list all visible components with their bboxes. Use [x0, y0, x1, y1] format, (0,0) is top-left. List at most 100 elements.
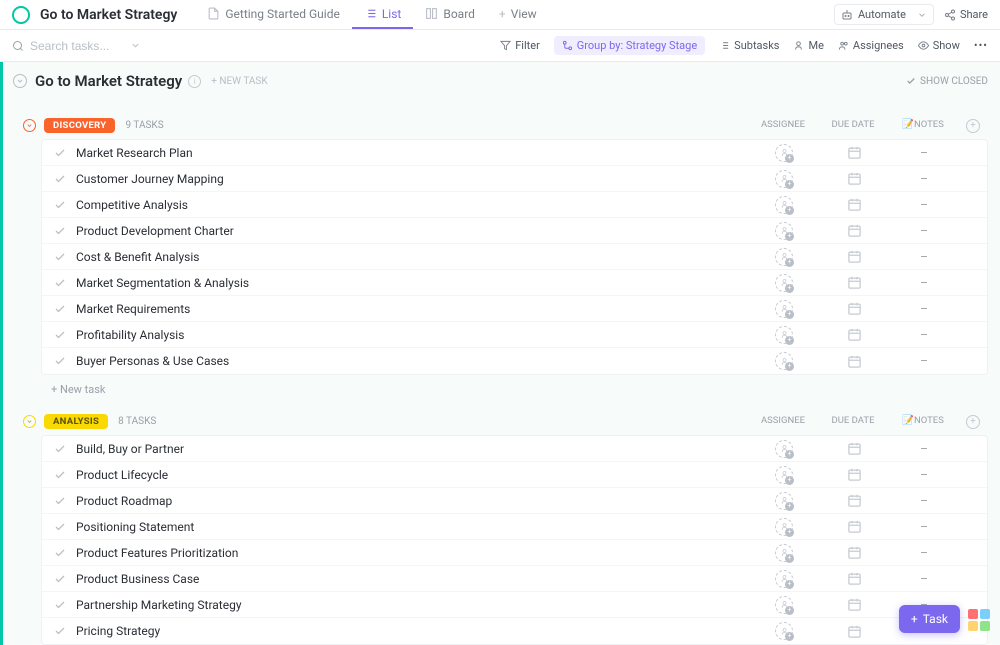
- collapse-list-button[interactable]: [13, 74, 27, 88]
- assignee-cell[interactable]: +: [749, 440, 819, 458]
- notes-cell[interactable]: –: [889, 468, 959, 482]
- due-date-cell[interactable]: [819, 197, 889, 212]
- due-date-cell[interactable]: [819, 249, 889, 264]
- task-row[interactable]: Profitability Analysis+–: [42, 322, 987, 348]
- notes-cell[interactable]: –: [889, 276, 959, 290]
- me-button[interactable]: Me: [793, 39, 823, 52]
- assignee-cell[interactable]: +: [749, 326, 819, 344]
- show-closed-button[interactable]: SHOW CLOSED: [906, 76, 988, 87]
- due-date-cell[interactable]: [819, 597, 889, 612]
- subtasks-button[interactable]: Subtasks: [719, 39, 779, 52]
- notes-cell[interactable]: –: [889, 520, 959, 534]
- due-date-cell[interactable]: [819, 493, 889, 508]
- assignee-cell[interactable]: +: [749, 544, 819, 562]
- due-date-cell[interactable]: [819, 171, 889, 186]
- assignee-cell[interactable]: +: [749, 466, 819, 484]
- add-column[interactable]: +: [958, 415, 988, 429]
- task-row[interactable]: Product Features Prioritization+–: [42, 540, 987, 566]
- notes-cell[interactable]: –: [889, 354, 959, 368]
- task-row[interactable]: Product Roadmap+–: [42, 488, 987, 514]
- notes-cell[interactable]: –: [889, 172, 959, 186]
- filter-button[interactable]: Filter: [500, 39, 540, 52]
- assignee-cell[interactable]: +: [749, 596, 819, 614]
- notes-cell[interactable]: –: [889, 328, 959, 342]
- task-row[interactable]: Positioning Statement+–: [42, 514, 987, 540]
- info-icon[interactable]: i: [188, 75, 201, 88]
- group-by-button[interactable]: Group by: Strategy Stage: [554, 36, 705, 55]
- task-row[interactable]: Cost & Benefit Analysis+–: [42, 244, 987, 270]
- group-badge[interactable]: DISCOVERY: [44, 118, 115, 133]
- due-date-cell[interactable]: [819, 571, 889, 586]
- assignee-cell[interactable]: +: [749, 170, 819, 188]
- assignee-cell[interactable]: +: [749, 622, 819, 640]
- chevron-down-icon[interactable]: [130, 40, 141, 51]
- assignee-cell[interactable]: +: [749, 196, 819, 214]
- notes-cell[interactable]: –: [889, 198, 959, 212]
- due-date-cell[interactable]: [819, 624, 889, 639]
- tab-list[interactable]: List: [352, 0, 414, 29]
- task-row[interactable]: Partnership Marketing Strategy+–: [42, 592, 987, 618]
- task-row[interactable]: Buyer Personas & Use Cases+–: [42, 348, 987, 374]
- group-icon: [562, 40, 573, 51]
- notes-cell[interactable]: –: [889, 546, 959, 560]
- due-date-cell[interactable]: [819, 275, 889, 290]
- workspace-logo[interactable]: [12, 6, 30, 24]
- notes-cell[interactable]: –: [889, 250, 959, 264]
- task-row[interactable]: Product Development Charter+–: [42, 218, 987, 244]
- collapse-group-button[interactable]: [23, 119, 36, 132]
- due-date-cell[interactable]: [819, 354, 889, 369]
- calendar-icon: [847, 327, 862, 342]
- assignee-cell[interactable]: +: [749, 274, 819, 292]
- share-button[interactable]: Share: [944, 8, 988, 21]
- task-row[interactable]: Pricing Strategy+–: [42, 618, 987, 644]
- task-row[interactable]: Competitive Analysis+–: [42, 192, 987, 218]
- notes-cell[interactable]: –: [889, 146, 959, 160]
- show-button[interactable]: Show: [918, 39, 960, 52]
- task-row[interactable]: Product Business Case+–: [42, 566, 987, 592]
- assignees-button[interactable]: Assignees: [838, 39, 904, 52]
- tab-getting-started[interactable]: Getting Started Guide: [195, 0, 351, 29]
- due-date-cell[interactable]: [819, 441, 889, 456]
- group-badge[interactable]: ANALYSIS: [44, 414, 108, 429]
- task-row[interactable]: Product Lifecycle+–: [42, 462, 987, 488]
- assignee-cell[interactable]: +: [749, 222, 819, 240]
- new-task-button[interactable]: + NEW TASK: [211, 76, 267, 87]
- automate-button[interactable]: Automate: [834, 4, 934, 25]
- assignee-cell[interactable]: +: [749, 248, 819, 266]
- assignee-cell[interactable]: +: [749, 144, 819, 162]
- due-date-cell[interactable]: [819, 301, 889, 316]
- notes-cell[interactable]: –: [889, 302, 959, 316]
- tab-add-view[interactable]: + View: [487, 0, 549, 29]
- task-row[interactable]: Build, Buy or Partner+–: [42, 436, 987, 462]
- apps-button[interactable]: [968, 609, 990, 631]
- assignee-cell[interactable]: +: [749, 492, 819, 510]
- due-date-cell[interactable]: [819, 327, 889, 342]
- notes-cell[interactable]: –: [889, 442, 959, 456]
- tab-board[interactable]: Board: [413, 0, 487, 29]
- assignee-cell[interactable]: +: [749, 352, 819, 370]
- plus-circle-icon: +: [966, 119, 980, 133]
- add-column[interactable]: +: [958, 119, 988, 133]
- plus-icon: +: [499, 7, 506, 21]
- new-task-link[interactable]: + New task: [3, 375, 1000, 396]
- task-row[interactable]: Market Research Plan+ –: [42, 140, 987, 166]
- assignee-cell[interactable]: +: [749, 570, 819, 588]
- task-row[interactable]: Customer Journey Mapping+–: [42, 166, 987, 192]
- notes-cell[interactable]: –: [889, 494, 959, 508]
- assignee-cell[interactable]: +: [749, 518, 819, 536]
- due-date-cell[interactable]: [819, 467, 889, 482]
- due-date-cell[interactable]: [819, 545, 889, 560]
- task-row[interactable]: Market Segmentation & Analysis+–: [42, 270, 987, 296]
- notes-cell[interactable]: –: [889, 224, 959, 238]
- task-name: Market Research Plan: [76, 146, 749, 160]
- due-date-cell[interactable]: [819, 145, 889, 160]
- collapse-group-button[interactable]: [23, 415, 36, 428]
- new-task-floating-button[interactable]: + Task: [899, 605, 960, 633]
- notes-cell[interactable]: –: [889, 572, 959, 586]
- more-options-button[interactable]: •••: [974, 39, 988, 52]
- assignee-cell[interactable]: +: [749, 300, 819, 318]
- due-date-cell[interactable]: [819, 519, 889, 534]
- task-row[interactable]: Market Requirements+–: [42, 296, 987, 322]
- search-input[interactable]: [30, 39, 120, 53]
- due-date-cell[interactable]: [819, 223, 889, 238]
